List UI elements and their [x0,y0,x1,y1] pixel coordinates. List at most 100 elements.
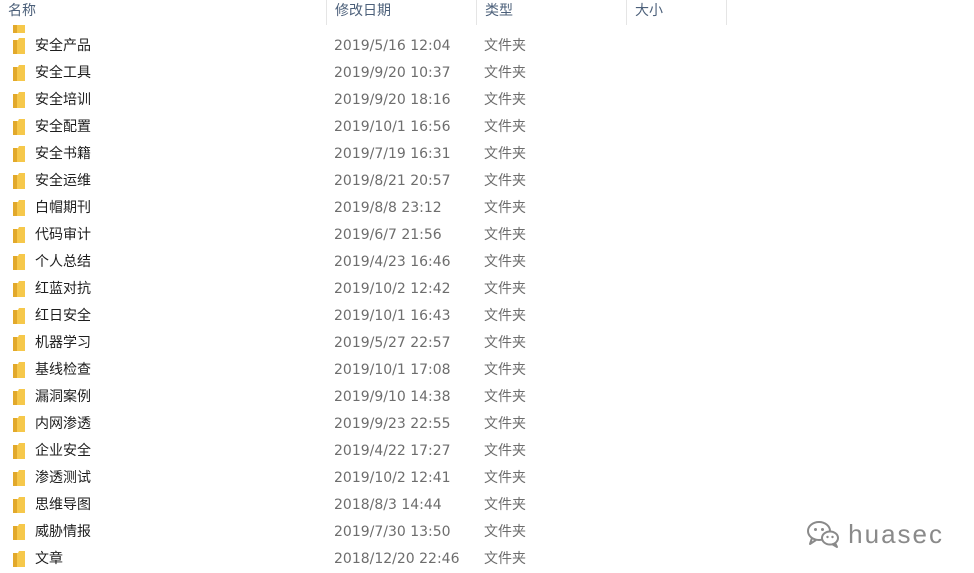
folder-icon [13,281,25,297]
file-row[interactable]: 安全书籍 2019/7/19 16:31 文件夹 [0,141,974,168]
file-list: 安全产品 2019/5/16 12:04 文件夹 安全工具 2019/9/20 10:3… [0,33,974,573]
file-name: 基线检查 [35,362,91,378]
file-date-modified: 2019/9/20 18:16 [334,92,451,108]
file-row[interactable]: 安全培训 2019/9/20 18:16 文件夹 [0,87,974,114]
file-row[interactable]: 安全配置 2019/10/1 16:56 文件夹 [0,114,974,141]
file-date-modified: 2019/10/1 16:43 [334,308,451,324]
folder-icon [13,389,25,405]
file-name: 威胁情报 [35,524,91,540]
file-type: 文件夹 [484,254,526,270]
file-name: 安全运维 [35,173,91,189]
file-name: 白帽期刊 [35,200,91,216]
folder-icon [13,38,25,54]
folder-icon [13,254,25,270]
file-type: 文件夹 [484,173,526,189]
file-type: 文件夹 [484,146,526,162]
file-date-modified: 2019/7/30 13:50 [334,524,451,540]
file-row[interactable]: 漏洞案例 2019/9/10 14:38 文件夹 [0,384,974,411]
file-row[interactable]: 红蓝对抗 2019/10/2 12:42 文件夹 [0,276,974,303]
folder-icon [13,551,25,567]
folder-icon [13,335,25,351]
file-name: 思维导图 [35,497,91,513]
file-type: 文件夹 [484,227,526,243]
file-date-modified: 2019/5/16 12:04 [334,38,451,54]
file-name: 文章 [35,551,63,567]
file-type: 文件夹 [484,38,526,54]
file-date-modified: 2019/10/1 17:08 [334,362,451,378]
file-row[interactable]: 安全运维 2019/8/21 20:57 文件夹 [0,168,974,195]
file-name: 企业安全 [35,443,91,459]
column-header-date-modified[interactable]: 修改日期 [327,0,477,25]
file-row[interactable]: 思维导图 2018/8/3 14:44 文件夹 [0,492,974,519]
watermark-text: huasec [848,518,944,549]
file-row[interactable]: 安全产品 2019/5/16 12:04 文件夹 [0,33,974,60]
file-row[interactable]: 企业安全 2019/4/22 17:27 文件夹 [0,438,974,465]
folder-icon [13,200,25,216]
file-type: 文件夹 [484,524,526,540]
file-name: 安全培训 [35,92,91,108]
file-name: 安全书籍 [35,146,91,162]
watermark: huasec [806,517,944,551]
file-date-modified: 2019/9/20 10:37 [334,65,451,81]
file-type: 文件夹 [484,308,526,324]
file-name: 安全产品 [35,38,91,54]
file-date-modified: 2019/9/10 14:38 [334,389,451,405]
column-header-type[interactable]: 类型 [477,0,627,25]
folder-icon [13,146,25,162]
file-row[interactable]: 白帽期刊 2019/8/8 23:12 文件夹 [0,195,974,222]
file-date-modified: 2019/10/2 12:42 [334,281,451,297]
wechat-icon [807,521,840,548]
file-date-modified: 2019/7/19 16:31 [334,146,451,162]
folder-icon [13,416,25,432]
file-date-modified: 2019/4/23 16:46 [334,254,451,270]
file-row[interactable]: 安全工具 2019/9/20 10:37 文件夹 [0,60,974,87]
file-name: 渗透测试 [35,470,91,486]
column-header-size[interactable]: 大小 [627,0,727,25]
file-type: 文件夹 [484,200,526,216]
file-date-modified: 2019/6/7 21:56 [334,227,442,243]
file-explorer-list: 名称 修改日期 类型 大小 安全产品 2019/5/16 12:04 文件夹 安全工具… [0,0,974,573]
file-row[interactable]: 红日安全 2019/10/1 16:43 文件夹 [0,303,974,330]
file-date-modified: 2019/5/27 22:57 [334,335,451,351]
file-type: 文件夹 [484,119,526,135]
file-type: 文件夹 [484,389,526,405]
folder-icon [13,524,25,540]
file-name: 红日安全 [35,308,91,324]
column-header-name[interactable]: 名称 [0,0,327,25]
folder-icon [13,443,25,459]
file-type: 文件夹 [484,551,526,567]
file-type: 文件夹 [484,362,526,378]
folder-icon [13,497,25,513]
file-name: 安全工具 [35,65,91,81]
file-date-modified: 2019/8/21 20:57 [334,173,451,189]
folder-icon [13,362,25,378]
file-type: 文件夹 [484,497,526,513]
partially-scrolled-row[interactable] [0,25,700,33]
folder-icon [13,308,25,324]
file-row[interactable]: 机器学习 2019/5/27 22:57 文件夹 [0,330,974,357]
file-name: 代码审计 [35,227,91,243]
file-name: 安全配置 [35,119,91,135]
file-date-modified: 2019/10/1 16:56 [334,119,451,135]
file-name: 漏洞案例 [35,389,91,405]
file-date-modified: 2018/12/20 22:46 [334,551,460,567]
column-header-bar: 名称 修改日期 类型 大小 [0,0,974,25]
file-name: 机器学习 [35,335,91,351]
folder-icon [13,119,25,135]
file-type: 文件夹 [484,470,526,486]
file-date-modified: 2019/10/2 12:41 [334,470,451,486]
file-row[interactable]: 内网渗透 2019/9/23 22:55 文件夹 [0,411,974,438]
file-row[interactable]: 基线检查 2019/10/1 17:08 文件夹 [0,357,974,384]
file-row[interactable]: 代码审计 2019/6/7 21:56 文件夹 [0,222,974,249]
folder-icon [13,25,25,33]
file-type: 文件夹 [484,335,526,351]
file-date-modified: 2019/8/8 23:12 [334,200,442,216]
file-date-modified: 2019/9/23 22:55 [334,416,451,432]
file-row[interactable]: 渗透测试 2019/10/2 12:41 文件夹 [0,465,974,492]
file-name: 红蓝对抗 [35,281,91,297]
file-type: 文件夹 [484,443,526,459]
file-date-modified: 2019/4/22 17:27 [334,443,451,459]
file-type: 文件夹 [484,92,526,108]
file-name: 内网渗透 [35,416,91,432]
file-row[interactable]: 个人总结 2019/4/23 16:46 文件夹 [0,249,974,276]
